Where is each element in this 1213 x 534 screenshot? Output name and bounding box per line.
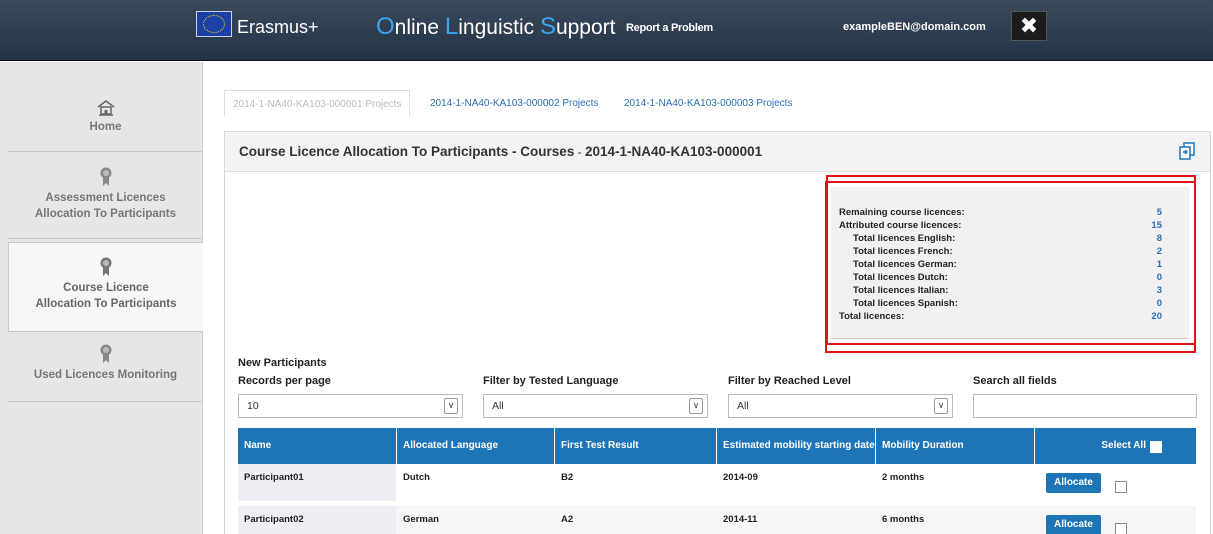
home-icon	[97, 100, 114, 116]
participant-name: Participant01	[244, 472, 304, 483]
allocated-language: German	[403, 514, 439, 525]
column-header[interactable]: Mobility Duration	[876, 428, 1035, 464]
column-header[interactable]: First Test Result	[555, 428, 717, 464]
select-all-checkbox[interactable]	[1150, 441, 1162, 453]
sidebar-item-label: Allocation To Participants	[35, 208, 176, 220]
participant-name: Participant02	[244, 514, 304, 525]
search-input[interactable]	[973, 394, 1197, 418]
tab-project-000001[interactable]: 2014-1-NA40-KA103-000001 Projects	[224, 90, 411, 117]
summary-row: Total licences Italian:	[853, 285, 949, 296]
select-all-label: Select All	[1101, 440, 1146, 451]
sidebar-item-label: Used Licences Monitoring	[33, 369, 178, 381]
allocated-language: Dutch	[403, 472, 430, 483]
table-header: Name Allocated Language First Test Resul…	[238, 428, 1196, 464]
tab-project-000003[interactable]: 2014-1-NA40-KA103-000003 Projects	[616, 90, 800, 117]
user-email[interactable]: exampleBEN@domain.com	[843, 21, 986, 33]
records-per-page-label: Records per page	[238, 375, 331, 387]
summary-value: 8	[1156, 233, 1162, 244]
summary-value: 0	[1156, 272, 1162, 283]
table-row: Participant02 German A2 2014-11 6 months…	[238, 506, 1196, 534]
sidebar-item-assessment-licences[interactable]: Assessment Licences Allocation To Partic…	[8, 167, 203, 239]
mobility-start-date: 2014-11	[723, 514, 758, 525]
chevron-down-icon: ∨	[934, 398, 948, 414]
reached-level-label: Filter by Reached Level	[728, 375, 851, 387]
tested-language-label: Filter by Tested Language	[483, 375, 619, 387]
summary-row: Attributed course licences:	[839, 220, 962, 231]
summary-row: Total licences Dutch:	[853, 272, 948, 283]
summary-row: Total licences English:	[853, 233, 956, 244]
licence-summary-frame: Remaining course licences: 5 Attributed …	[825, 181, 1196, 353]
panel-header: Course Licence Allocation To Participant…	[225, 132, 1210, 172]
award-icon	[100, 167, 111, 186]
select-all-header: Select All	[1035, 428, 1196, 464]
mobility-duration: 6 months	[882, 514, 925, 525]
top-bar: Erasmus+ Online Linguistic Support Repor…	[0, 0, 1213, 61]
reached-level-select[interactable]: All ∨	[728, 394, 953, 418]
sidebar-item-label: Course Licence	[63, 282, 149, 294]
tested-language-select[interactable]: All ∨	[483, 394, 708, 418]
summary-value: 5	[1156, 207, 1162, 218]
close-icon: ✖	[1019, 13, 1039, 38]
award-icon	[100, 257, 112, 276]
sidebar-item-home[interactable]: Home	[8, 100, 203, 152]
licence-summary: Remaining course licences: 5 Attributed …	[831, 187, 1189, 339]
mobility-start-date: 2014-09	[723, 472, 758, 483]
column-header[interactable]: Allocated Language	[397, 428, 555, 464]
row-checkbox[interactable]	[1115, 523, 1127, 534]
table-row: Participant01 Dutch B2 2014-09 2 months …	[238, 464, 1196, 501]
summary-value: 3	[1156, 285, 1162, 296]
tab-project-000002[interactable]: 2014-1-NA40-KA103-000002 Projects	[422, 90, 606, 117]
chevron-down-icon: ∨	[689, 398, 703, 414]
summary-row: Total licences German:	[853, 259, 957, 270]
app-title: Online Linguistic Support	[376, 13, 616, 40]
allocate-button[interactable]: Allocate	[1046, 473, 1101, 493]
page-title: Course Licence Allocation To Participant…	[239, 144, 763, 159]
main-content: 2014-1-NA40-KA103-000001 Projects 2014-1…	[204, 62, 1213, 534]
summary-row: Total licences Spanish:	[853, 298, 958, 309]
sidebar: Home Assessment Licences Allocation To P…	[0, 62, 203, 534]
records-per-page-select[interactable]: 10 ∨	[238, 394, 463, 418]
export-icon[interactable]	[1178, 142, 1196, 160]
mobility-duration: 2 months	[882, 472, 925, 483]
column-header[interactable]: Name	[238, 428, 397, 464]
report-problem-link[interactable]: Report a Problem	[626, 22, 713, 34]
sidebar-item-label: Allocation To Participants	[35, 298, 177, 310]
row-checkbox[interactable]	[1115, 481, 1127, 493]
summary-row: Total licences French:	[853, 246, 953, 257]
column-header[interactable]: Estimated mobility starting date	[717, 428, 876, 464]
award-icon	[100, 344, 111, 363]
summary-value: 2	[1156, 246, 1162, 257]
first-test-result: B2	[561, 472, 574, 483]
sidebar-item-label: Assessment Licences	[45, 192, 166, 204]
sidebar-item-used-licences[interactable]: Used Licences Monitoring	[8, 344, 203, 402]
search-label: Search all fields	[973, 375, 1057, 387]
brand-name: Erasmus+	[237, 17, 319, 37]
summary-row: Remaining course licences:	[839, 207, 965, 218]
section-title: New Participants	[238, 357, 327, 369]
summary-value: 20	[1151, 311, 1162, 322]
summary-row: Total licences:	[839, 311, 905, 322]
summary-value: 15	[1151, 220, 1162, 231]
eu-flag-logo	[196, 11, 232, 37]
allocate-button[interactable]: Allocate	[1046, 515, 1101, 534]
first-test-result: A2	[561, 514, 574, 525]
chevron-down-icon: ∨	[444, 398, 458, 414]
logout-close-button[interactable]: ✖	[1011, 11, 1047, 41]
summary-value: 0	[1156, 298, 1162, 309]
sidebar-item-label: Home	[89, 121, 122, 133]
sidebar-item-course-licence[interactable]: Course Licence Allocation To Participant…	[8, 242, 203, 332]
summary-value: 1	[1156, 259, 1162, 270]
